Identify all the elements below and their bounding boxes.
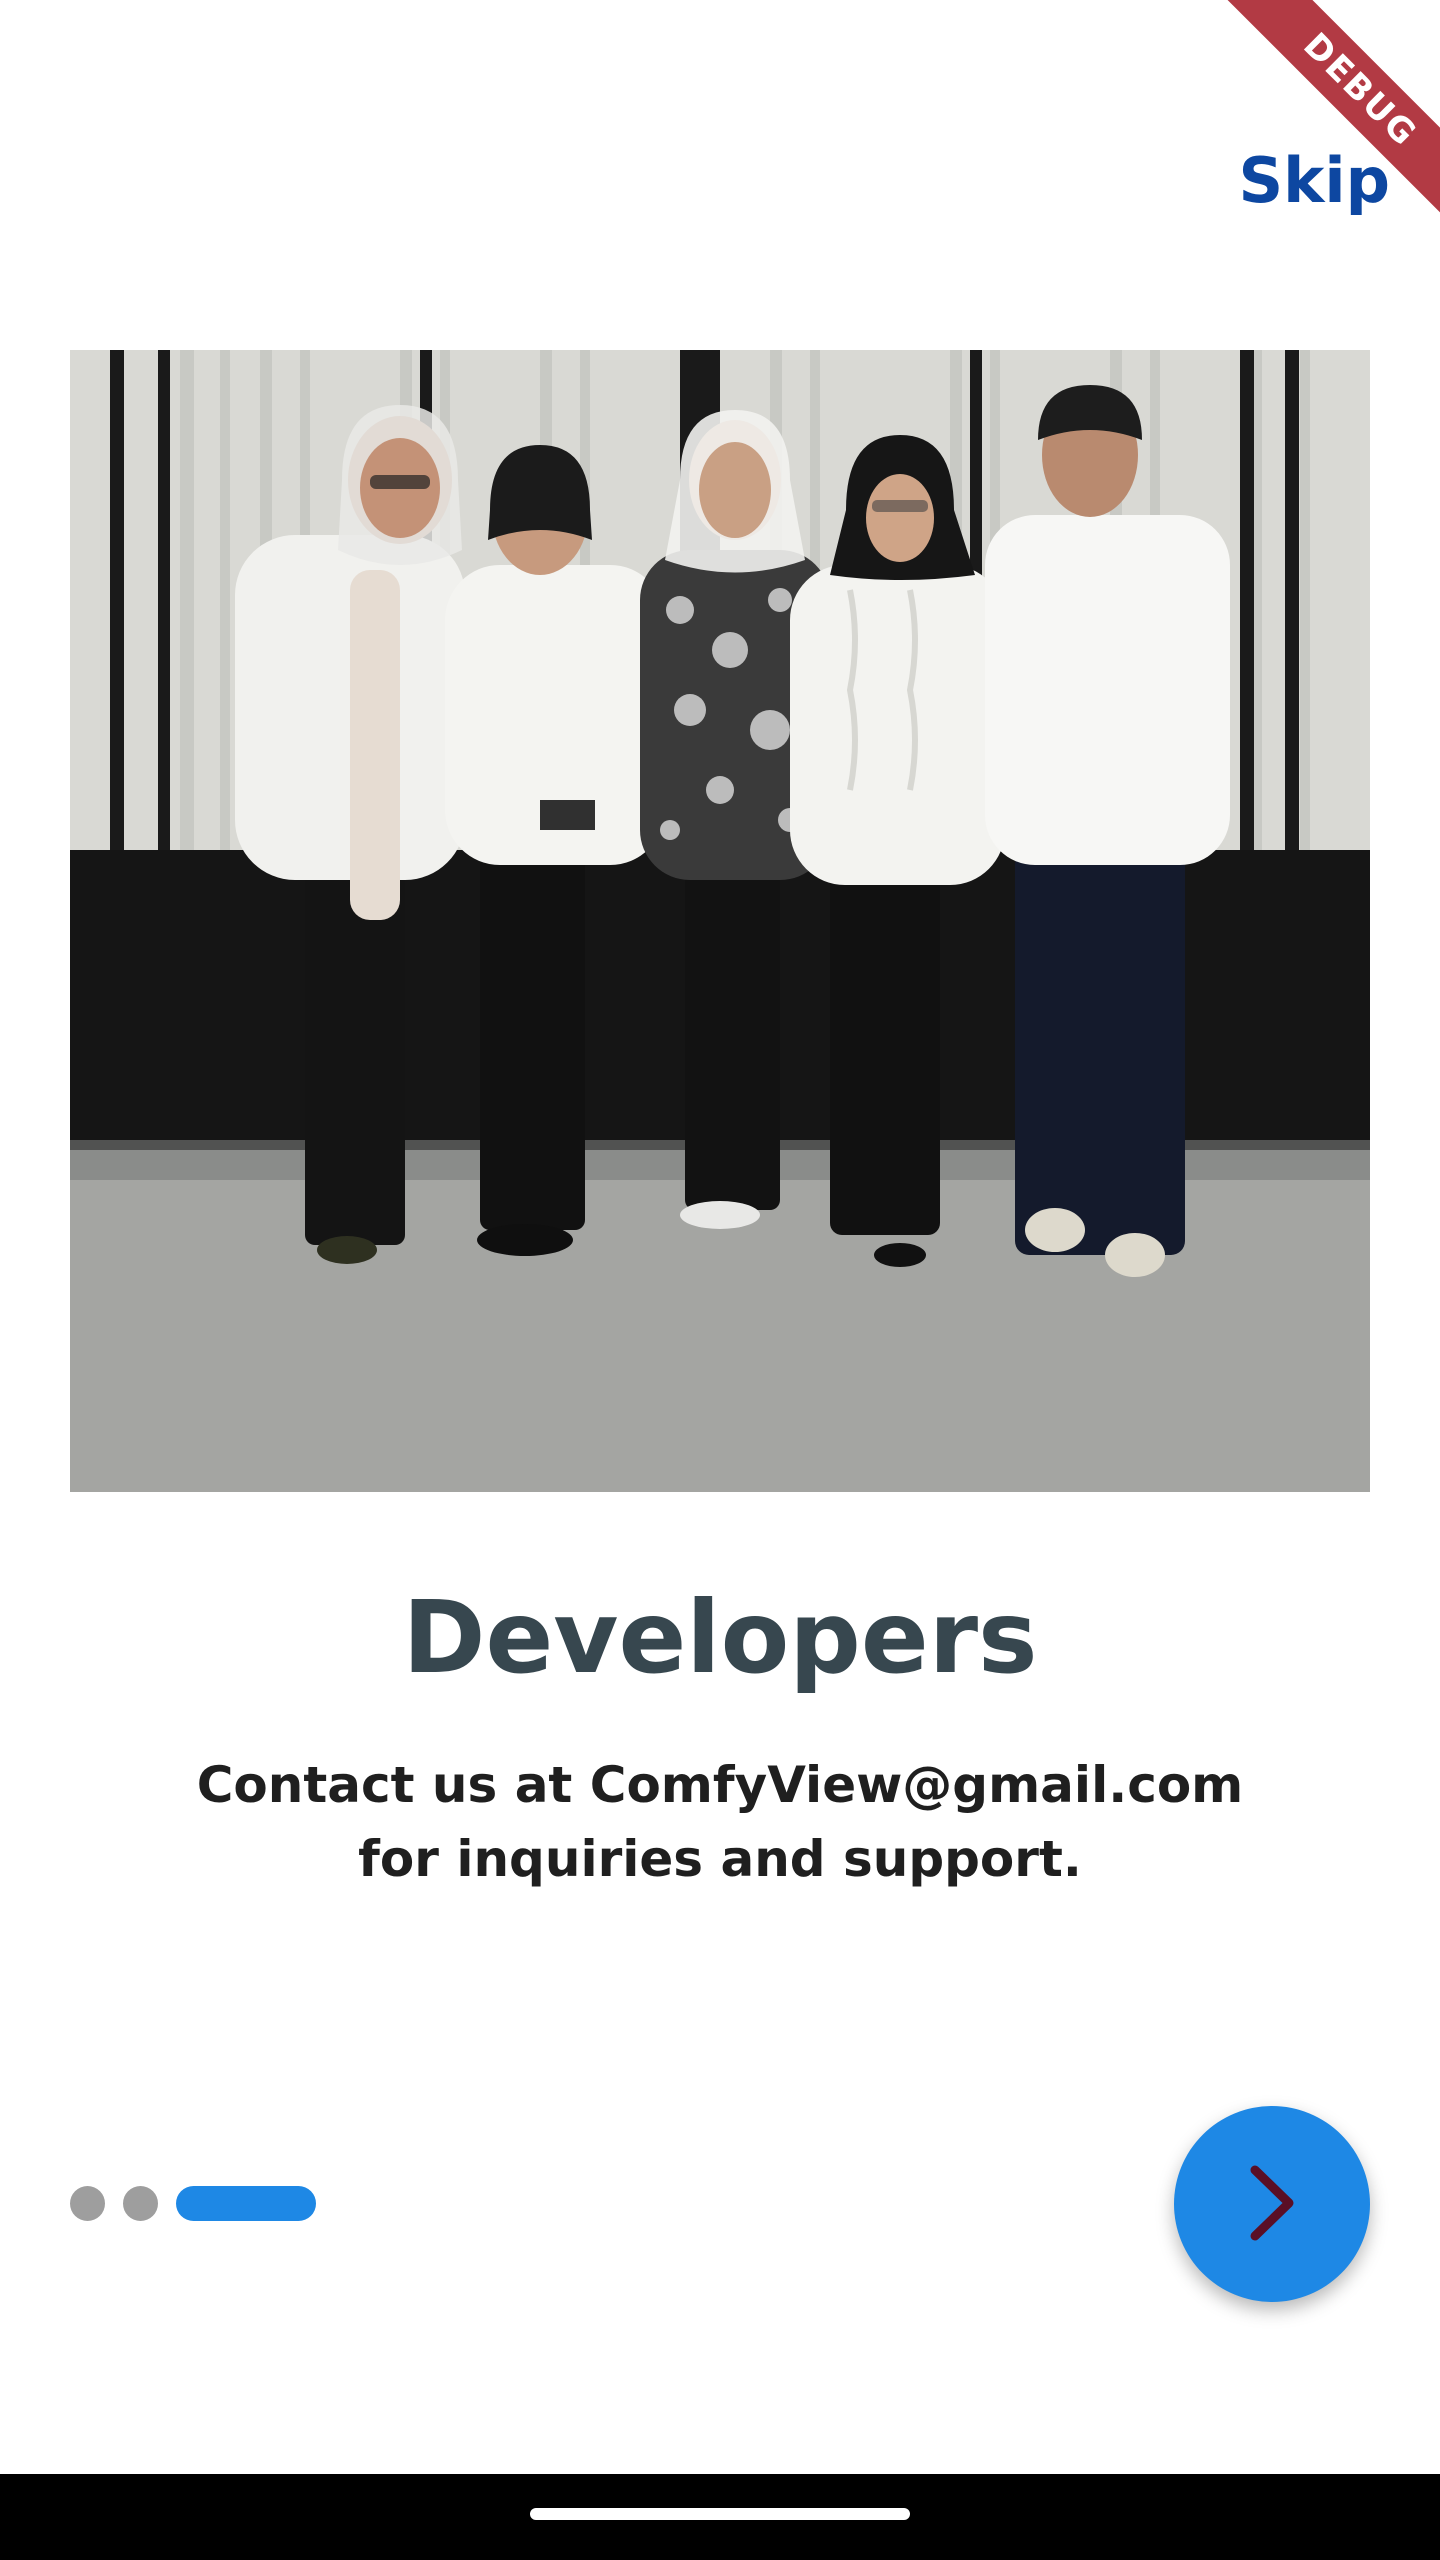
system-navigation-bar [0, 2474, 1440, 2560]
skip-button[interactable]: Skip [1238, 138, 1390, 224]
slide-title: Developers [402, 1579, 1038, 1696]
next-button[interactable] [1174, 2106, 1370, 2302]
page-dot-1[interactable] [70, 2186, 105, 2221]
page-indicator [70, 2186, 316, 2221]
team-photo [70, 350, 1370, 1492]
home-indicator[interactable] [530, 2508, 910, 2520]
slide-description: Contact us at ComfyView@gmail.com for in… [196, 1756, 1244, 1888]
page-dot-3-active[interactable] [176, 2186, 316, 2221]
page-dot-2[interactable] [123, 2186, 158, 2221]
chevron-right-icon [1237, 2158, 1307, 2251]
